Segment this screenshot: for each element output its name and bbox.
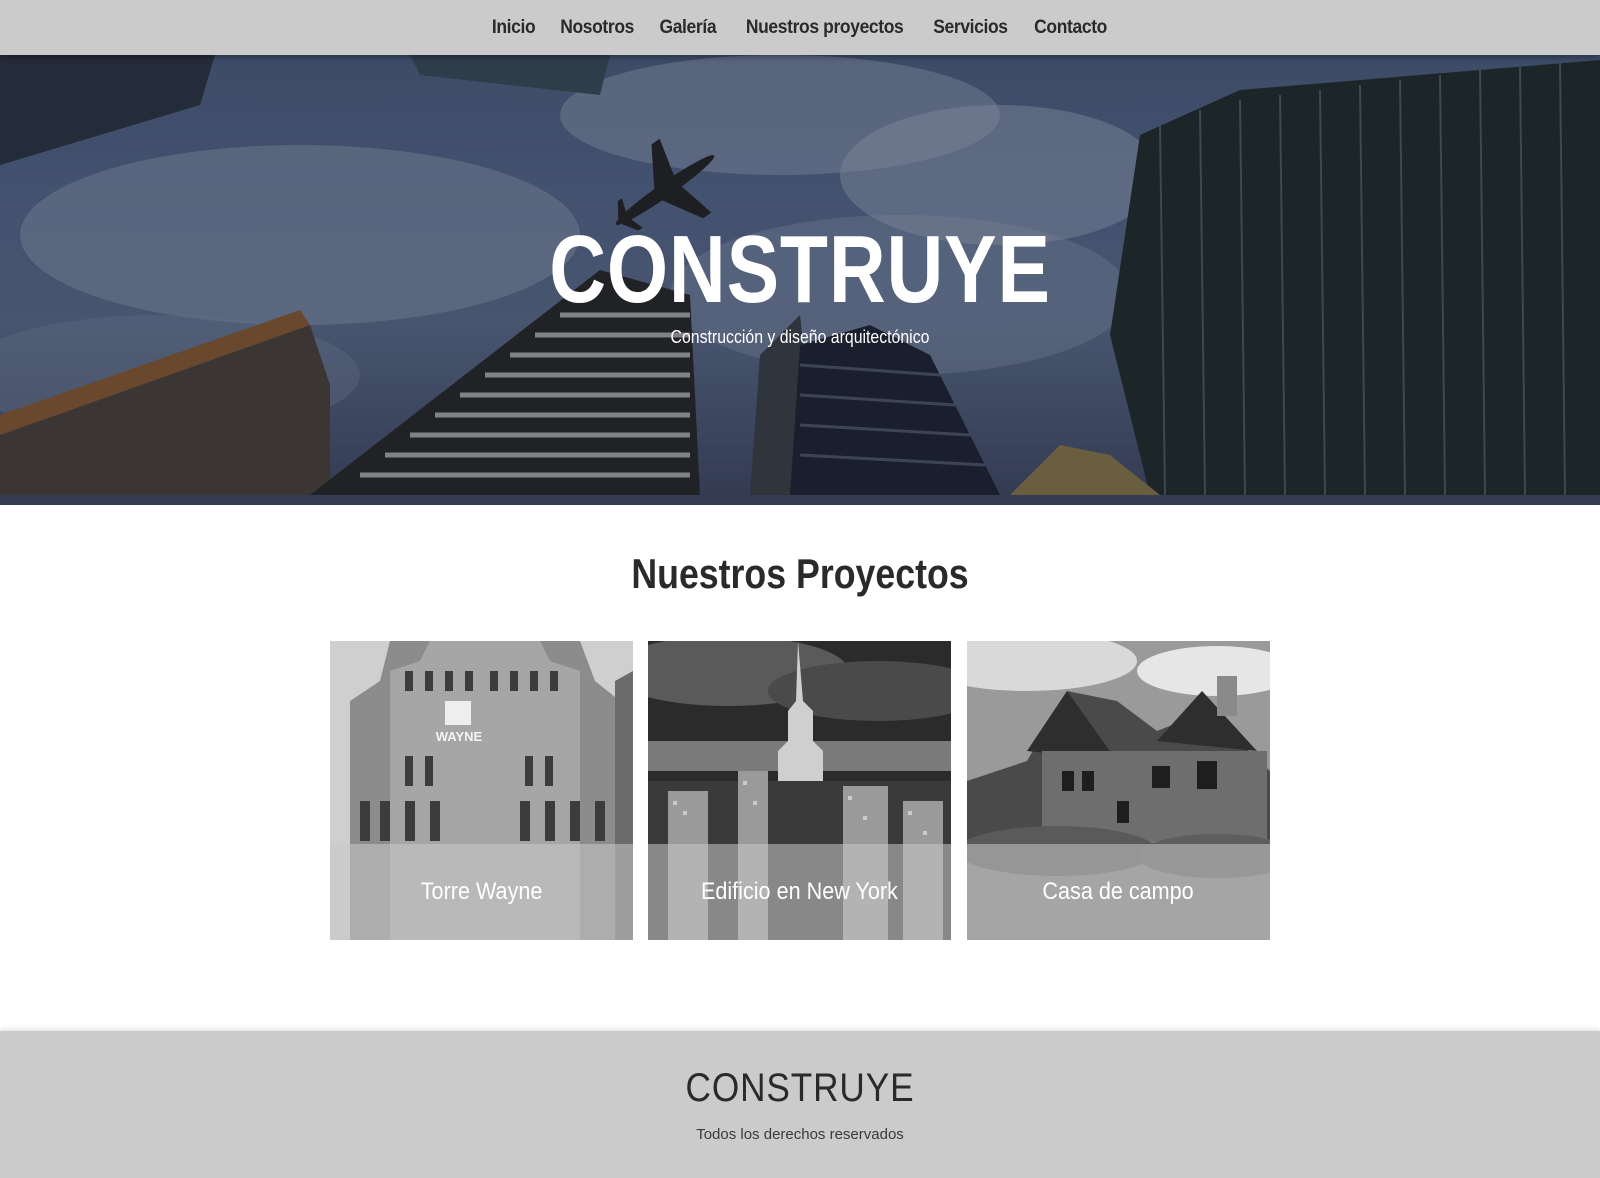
hero-subtitle: Construcción y diseño arquitectónico: [670, 327, 930, 347]
footer-copyright: Todos los derechos reservados: [696, 1126, 904, 1143]
nav-link-servicios[interactable]: Servicios: [933, 17, 1008, 39]
nav-link-nuestros-proyectos[interactable]: Nuestros proyectos: [746, 17, 904, 39]
project-caption-label: Torre Wayne: [420, 878, 543, 905]
hero-banner: CONSTRUYE Construcción y diseño arquitec…: [0, 55, 1600, 505]
project-caption-casa-de-campo: Casa de campo: [967, 844, 1270, 940]
project-card-torre-wayne[interactable]: WAYNE Torre Wayne: [330, 641, 633, 940]
projects-section-title: Nuestros Proyectos: [631, 550, 969, 597]
project-card-casa-de-campo[interactable]: Casa de campo: [967, 641, 1270, 940]
project-caption-torre-wayne: Torre Wayne: [330, 844, 633, 940]
project-caption-label: Casa de campo: [1042, 878, 1195, 905]
nav-link-galeria[interactable]: Galería: [660, 17, 717, 39]
hero-title: CONSTRUYE: [549, 216, 1051, 323]
nav-link-nosotros[interactable]: Nosotros: [560, 17, 634, 39]
project-caption-edificio-new-york: Edificio en New York: [648, 844, 951, 940]
project-card-edificio-new-york[interactable]: Edificio en New York: [648, 641, 951, 940]
nav-link-contacto[interactable]: Contacto: [1034, 17, 1107, 39]
nav-link-inicio[interactable]: Inicio: [492, 17, 536, 39]
main-navbar: Inicio Nosotros Galería Nuestros proyect…: [0, 0, 1600, 55]
wayne-sign: WAYNE: [436, 729, 483, 744]
footer-brand: CONSTRUYE: [685, 1066, 915, 1110]
project-caption-label: Edificio en New York: [701, 878, 898, 905]
site-footer: CONSTRUYE Todos los derechos reservados: [0, 1031, 1600, 1178]
